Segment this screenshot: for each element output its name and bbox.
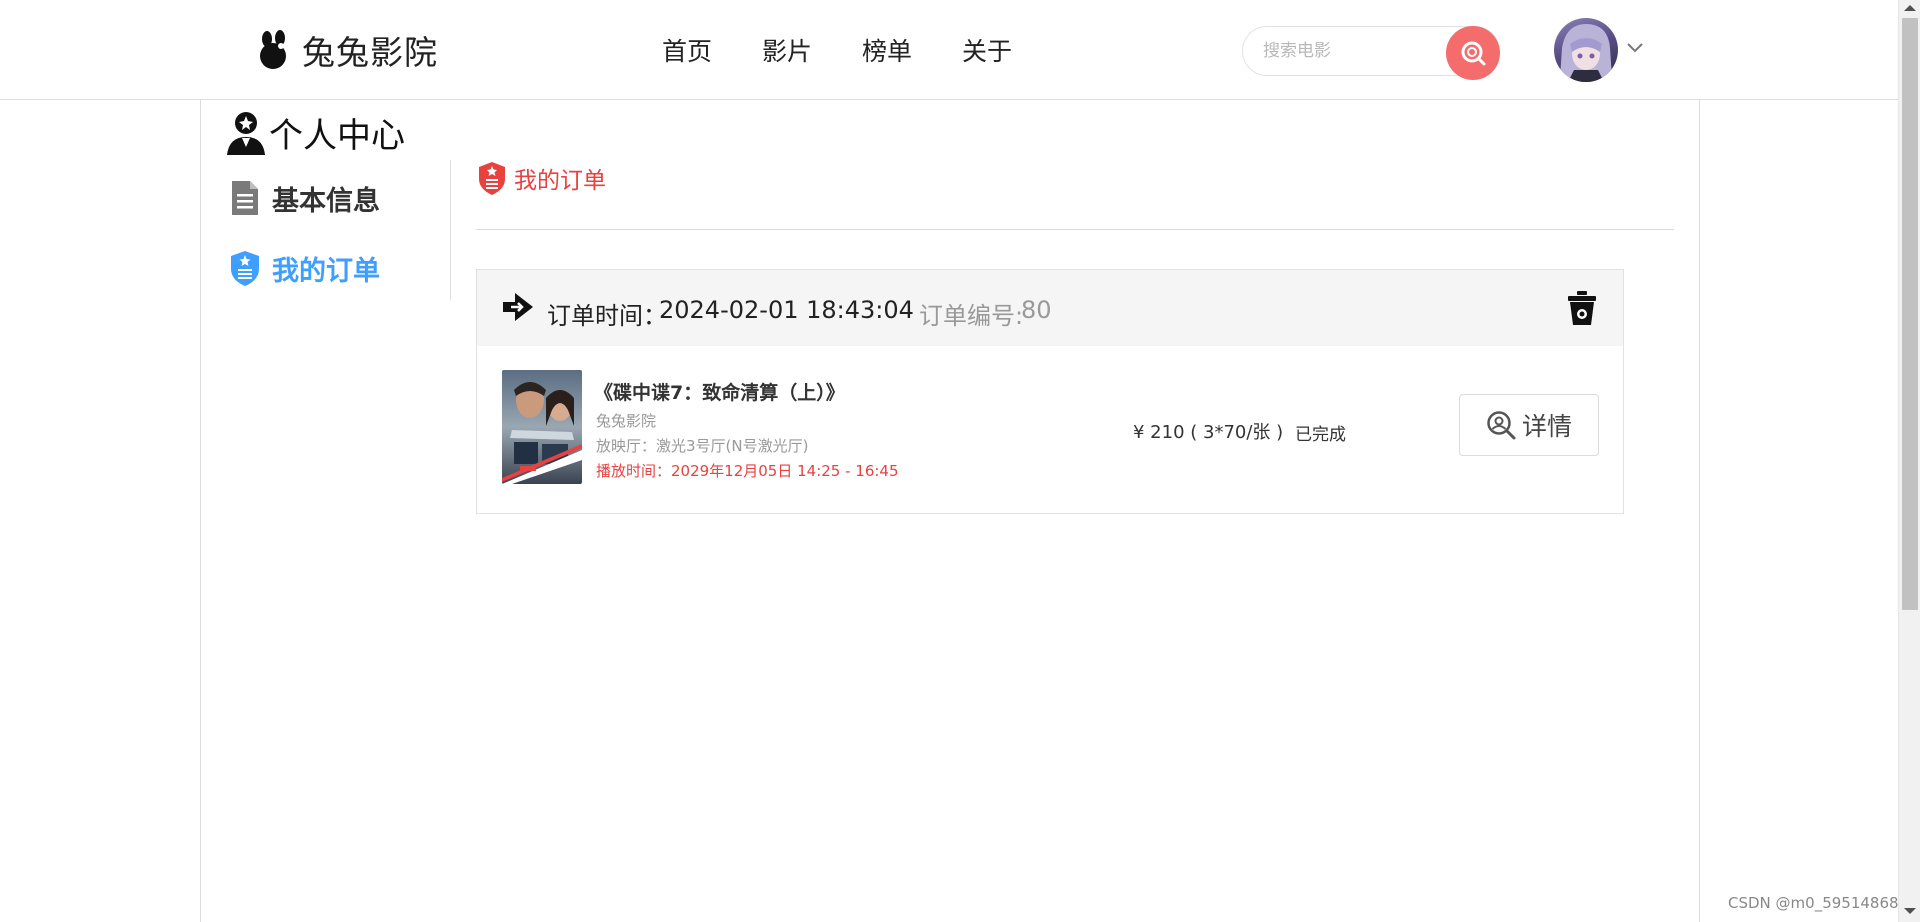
logo-text: 兔兔影院 bbox=[302, 33, 438, 72]
search-button[interactable] bbox=[1446, 26, 1500, 80]
trash-icon[interactable] bbox=[1567, 290, 1597, 326]
hall-name: 放映厅：激光3号厅(N号激光厅) bbox=[596, 437, 809, 455]
order-number-value: 80 bbox=[1021, 296, 1052, 324]
show-time: 播放时间：2029年12月05日 14:25 - 16:45 bbox=[596, 462, 899, 480]
section-divider bbox=[476, 229, 1674, 230]
user-center-icon bbox=[227, 111, 265, 155]
top-header: 兔兔影院 首页 影片 榜单 关于 bbox=[0, 0, 1898, 100]
sidebar-item-label: 基本信息 bbox=[272, 185, 380, 217]
search-icon bbox=[1487, 411, 1516, 440]
scroll-up-arrow-icon[interactable] bbox=[1904, 5, 1916, 11]
order-price: ¥ 210 ( 3*70/张 ) bbox=[1133, 422, 1284, 443]
nav-rankings[interactable]: 榜单 bbox=[862, 32, 962, 68]
logo[interactable]: 兔兔影院 bbox=[254, 26, 438, 74]
search-icon bbox=[1461, 41, 1486, 66]
document-icon bbox=[232, 181, 258, 215]
personal-center-label: 个人中心 bbox=[269, 116, 405, 156]
nav-movies[interactable]: 影片 bbox=[762, 32, 862, 68]
scroll-down-arrow-icon[interactable] bbox=[1904, 908, 1916, 914]
rabbit-logo-icon bbox=[260, 30, 286, 69]
sidebar-menu: 基本信息 我的订单 bbox=[228, 176, 448, 316]
sidebar-divider bbox=[450, 160, 451, 300]
movie-poster[interactable] bbox=[502, 370, 582, 484]
sidebar-item-my-orders[interactable]: 我的订单 bbox=[228, 246, 448, 290]
scrollbar-thumb[interactable] bbox=[1902, 18, 1918, 610]
order-status: 已完成 bbox=[1295, 425, 1346, 445]
sidebar-item-basic-info[interactable]: 基本信息 bbox=[228, 176, 448, 220]
cinema-name: 兔兔影院 bbox=[596, 412, 657, 430]
details-button-label: 详情 bbox=[1521, 412, 1572, 441]
nav-about[interactable]: 关于 bbox=[962, 32, 1062, 68]
poster-image bbox=[502, 370, 582, 484]
order-card: 订单时间： 2024-02-01 18:43:04 订单编号: 80 《碟中谍7… bbox=[476, 269, 1624, 514]
sidebar-item-label: 我的订单 bbox=[272, 255, 380, 287]
order-header: 订单时间： 2024-02-01 18:43:04 订单编号: 80 bbox=[477, 270, 1623, 346]
section-title-label: 我的订单 bbox=[514, 168, 606, 194]
movie-title[interactable]: 《碟中谍7：致命清算（上）》 bbox=[594, 378, 845, 405]
chevron-down-icon[interactable] bbox=[1626, 42, 1644, 54]
shield-order-icon bbox=[479, 162, 505, 195]
personal-center-title: 个人中心 bbox=[225, 108, 405, 157]
main-nav: 首页 影片 榜单 关于 bbox=[662, 32, 1062, 68]
shield-order-icon bbox=[231, 251, 259, 286]
nav-home[interactable]: 首页 bbox=[662, 32, 762, 68]
search-input[interactable] bbox=[1263, 39, 1433, 63]
avatar-image bbox=[1560, 24, 1612, 82]
user-avatar[interactable] bbox=[1554, 18, 1618, 82]
details-button[interactable]: 详情 bbox=[1459, 394, 1599, 456]
vertical-scrollbar[interactable] bbox=[1898, 0, 1920, 922]
order-time-value: 2024-02-01 18:43:04 bbox=[659, 296, 914, 324]
section-title: 我的订单 bbox=[476, 160, 606, 196]
watermark: CSDN @m0_59514868 bbox=[1728, 894, 1899, 912]
order-time-label: 订单时间： bbox=[547, 302, 667, 330]
order-number-label: 订单编号: bbox=[919, 302, 1024, 330]
arrow-right-icon bbox=[503, 293, 533, 321]
